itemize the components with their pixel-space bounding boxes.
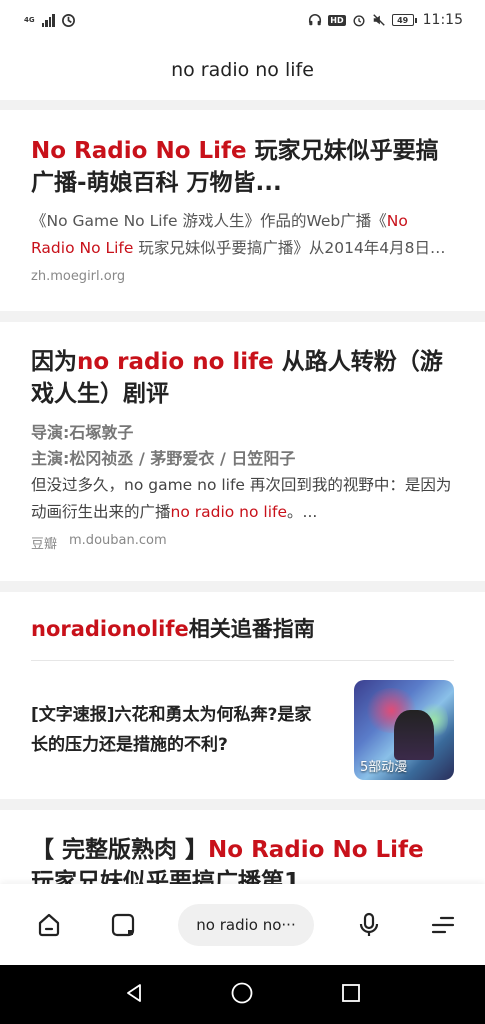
address-bar[interactable]: no radio no··· (178, 903, 314, 946)
square-recents-icon (342, 983, 361, 1002)
menu-button[interactable] (424, 906, 462, 944)
battery-level: 49 (391, 14, 414, 26)
search-result-moegirl[interactable]: No Radio No Life 玩家兄妹似乎要搞广播-萌娘百科 万物皆... … (0, 110, 485, 311)
source-url: zh.moegirl.org (31, 269, 126, 284)
hd-badge: HD (328, 14, 346, 26)
back-icon (126, 983, 141, 1002)
mute-icon (372, 14, 385, 26)
menu-icon (431, 916, 455, 933)
search-result-douban[interactable]: 因为no radio no life 从路人转粉（游戏人生）剧评 导演:石塚敦子… (0, 322, 485, 581)
title-pre: 因为 (31, 349, 77, 375)
voice-search-button[interactable] (350, 906, 388, 944)
clock: 11:15 (422, 12, 463, 28)
back-button[interactable] (123, 982, 145, 1008)
browser-bottom-bar: no radio no··· (0, 884, 485, 965)
result-source: 豆瓣 m.douban.com (31, 533, 454, 552)
status-left: 4G (24, 13, 76, 28)
tabs-button[interactable] (104, 906, 142, 944)
section-title-highlight: noradionolife (31, 617, 189, 641)
source-url: m.douban.com (69, 533, 167, 548)
snippet-text-end: 。... (287, 503, 318, 521)
home-button[interactable] (30, 906, 68, 944)
circle-home-icon (232, 982, 253, 1003)
result-title[interactable]: 【 完整版熟肉 】No Radio No Life 玩家兄妹似乎要搞广播第1 (31, 834, 454, 890)
recents-button[interactable] (340, 982, 362, 1008)
title-pre: 【 完整版熟肉 】 (31, 837, 209, 863)
source-name: 豆瓣 (31, 537, 58, 552)
cast: 主演:松冈祯丞 / 茅野爱衣 / 日笠阳子 (31, 449, 296, 468)
result-title[interactable]: No Radio No Life 玩家兄妹似乎要搞广播-萌娘百科 万物皆... (31, 135, 454, 199)
home-icon (38, 913, 60, 936)
snippet-highlight: no radio no life (170, 503, 288, 521)
thumbnail-caption: 5部动漫 (360, 760, 408, 775)
title-highlight: No Radio No Life (208, 837, 424, 863)
microphone-icon (359, 912, 379, 936)
status-right: HD 49 11:15 (308, 12, 463, 28)
result-source: zh.moegirl.org (31, 269, 454, 284)
headphones-icon (309, 14, 322, 26)
signal-icon (41, 13, 55, 27)
status-bar: 4G HD 49 11:15 (0, 0, 485, 40)
search-result-bilibili[interactable]: 【 完整版熟肉 】No Radio No Life 玩家兄妹似乎要搞广播第1 (0, 810, 485, 890)
result-snippet: 但没过多久，no game no life 再次回到我的视野中：是因为动画衍生出… (31, 472, 454, 526)
snippet-text: 《No Game No Life 游戏人生》作品的Web广播《 (31, 212, 387, 230)
result-meta: 导演:石塚敦子 主演:松冈祯丞 / 茅野爱衣 / 日笠阳子 (31, 420, 454, 472)
system-navigation-bar (0, 965, 485, 1024)
snippet-text-end: 玩家兄妹似乎要搞广播》从2014年4月8日… (133, 239, 446, 257)
section-title: noradionolife相关追番指南 (31, 612, 454, 661)
result-snippet: 《No Game No Life 游戏人生》作品的Web广播《No Radio … (31, 208, 454, 262)
home-nav-button[interactable] (230, 981, 254, 1009)
alarm-icon (353, 15, 365, 27)
related-anime-guide: noradionolife相关追番指南 [文字速报]六花和勇太为何私奔?是家长的… (0, 592, 485, 799)
title-highlight: No Radio No Life (31, 138, 247, 164)
title-highlight: no radio no life (77, 349, 274, 375)
related-item-thumbnail[interactable]: 5部动漫 (354, 680, 454, 780)
network-type-top: 4G (24, 15, 35, 24)
section-title-rest: 相关追番指南 (188, 617, 315, 641)
related-item-text[interactable]: [文字速报]六花和勇太为何私奔?是家长的压力还是措施的不利? (31, 700, 321, 760)
battery-icon: 49 (391, 14, 417, 26)
director: 导演:石塚敦子 (31, 423, 134, 442)
tabs-icon (111, 913, 135, 936)
search-query-title[interactable]: no radio no life (0, 40, 485, 100)
result-title[interactable]: 因为no radio no life 从路人转粉（游戏人生）剧评 (31, 346, 454, 410)
network-type: 4G (24, 15, 35, 24)
related-item[interactable]: [文字速报]六花和勇太为何私奔?是家长的压力还是措施的不利? 5部动漫 (31, 680, 454, 780)
data-saver-icon (61, 13, 75, 27)
